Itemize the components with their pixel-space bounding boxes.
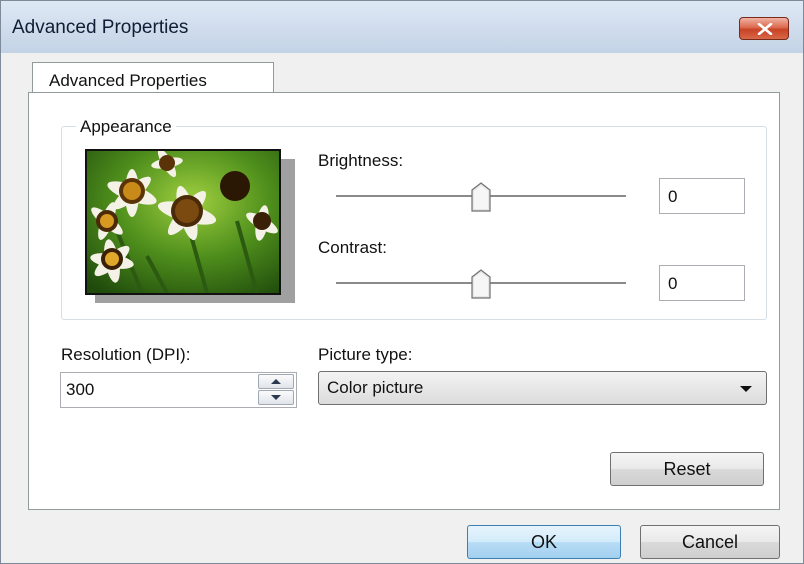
appearance-group-label: Appearance [76, 117, 176, 137]
tab-label: Advanced Properties [49, 71, 207, 90]
brightness-label: Brightness: [318, 151, 404, 170]
close-x-icon [757, 23, 773, 35]
picture-type-value: Color picture [327, 378, 424, 397]
brightness-value-field[interactable]: 0 [659, 178, 745, 214]
tab-strip: Advanced Properties [1, 53, 803, 95]
close-button[interactable] [739, 17, 789, 40]
cancel-button[interactable]: Cancel [640, 525, 780, 559]
contrast-value-field[interactable]: 0 [659, 265, 745, 301]
contrast-slider-thumb[interactable] [471, 269, 491, 299]
contrast-label: Contrast: [318, 238, 387, 257]
spin-down-icon [271, 395, 281, 400]
ok-button[interactable]: OK [467, 525, 621, 559]
contrast-value: 0 [668, 274, 678, 293]
reset-button[interactable]: Reset [610, 452, 764, 486]
brightness-slider-thumb[interactable] [471, 182, 491, 212]
daisy-flowers-image [87, 151, 279, 293]
brightness-value: 0 [668, 187, 678, 206]
tab-advanced-properties[interactable]: Advanced Properties [32, 62, 274, 95]
resolution-spin-up[interactable] [258, 374, 294, 389]
resolution-label: Resolution (DPI): [61, 345, 191, 364]
spin-up-icon [271, 379, 281, 384]
picture-type-label: Picture type: [318, 345, 413, 364]
window-title: Advanced Properties [12, 17, 189, 38]
title-bar[interactable]: Advanced Properties [1, 1, 803, 53]
image-preview [85, 149, 281, 295]
resolution-value: 300 [66, 380, 95, 399]
resolution-spin-down[interactable] [258, 390, 294, 405]
picture-type-dropdown[interactable]: Color picture [318, 371, 767, 405]
chevron-down-icon [740, 386, 752, 392]
